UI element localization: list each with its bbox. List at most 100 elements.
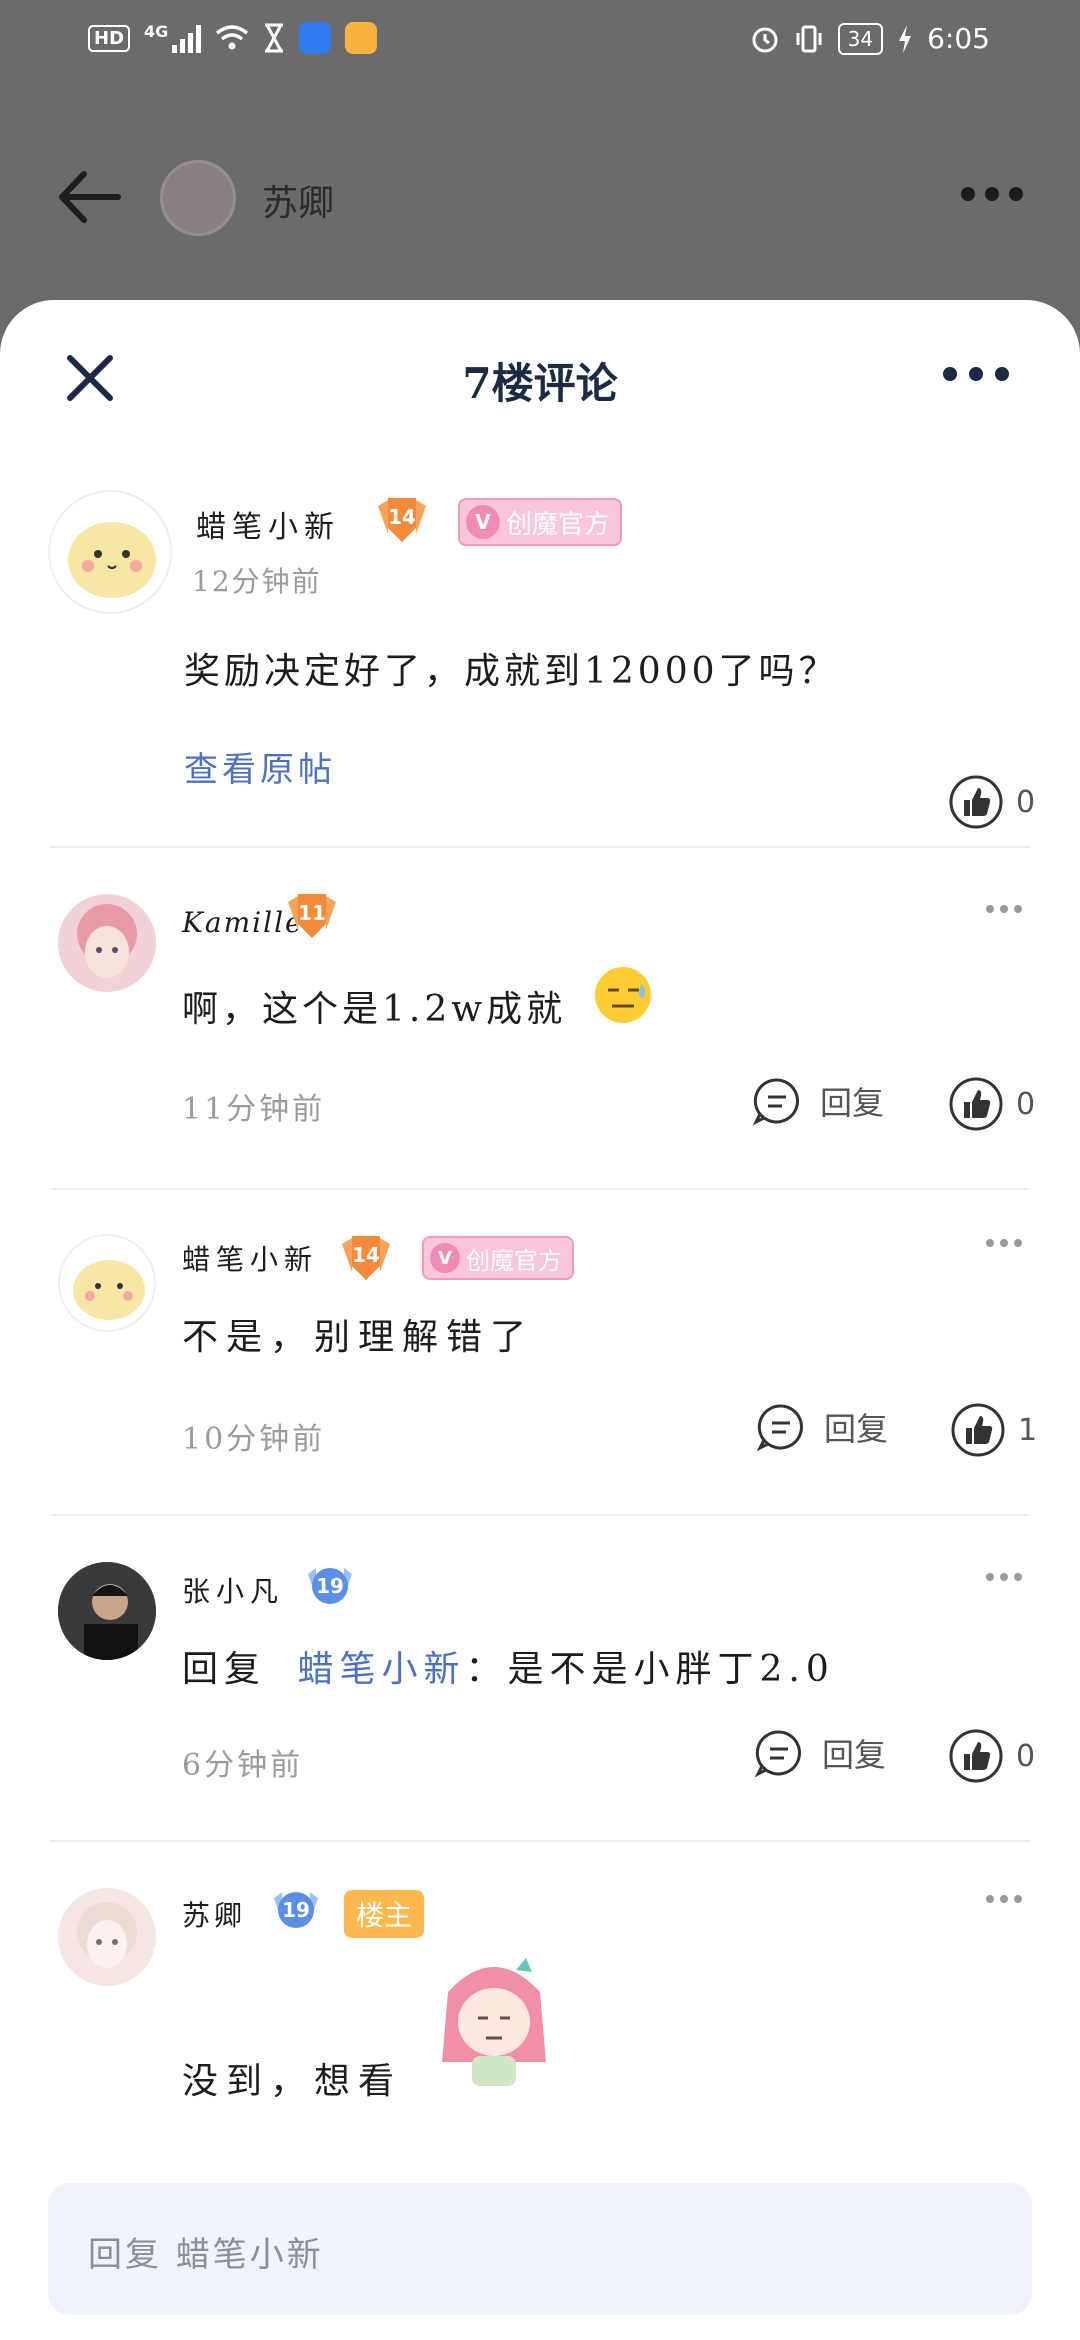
reply-input[interactable]: 回复 蜡笔小新 xyxy=(48,2183,1032,2315)
more-options-icon[interactable] xyxy=(984,1890,1024,1903)
more-icon[interactable] xyxy=(960,184,1024,204)
sheet-title: 7楼评论 xyxy=(462,359,618,408)
thumbs-up-icon xyxy=(951,1403,1005,1457)
hamster-avatar-icon xyxy=(68,522,156,598)
level-badge-icon: 11 xyxy=(288,894,336,938)
like-button[interactable]: 0 xyxy=(948,1076,1035,1132)
comment-time: 11分钟前 xyxy=(182,1092,326,1127)
network-type: 4G xyxy=(144,21,169,41)
official-badge: V 创魔官方 xyxy=(458,498,623,546)
user-name[interactable]: 苏卿 xyxy=(182,1894,246,1934)
wifi-icon xyxy=(216,25,249,50)
reply-item: 张小凡 19 回复 蜡笔小新：是不是小胖丁2.0 6分钟前 回复 0 xyxy=(0,1548,1080,1848)
comment-time: 12分钟前 xyxy=(192,565,322,598)
author-name: 苏卿 xyxy=(262,183,335,224)
author-avatar[interactable] xyxy=(160,160,236,236)
user-avatar[interactable] xyxy=(58,894,156,992)
thumbs-up-icon xyxy=(949,1729,1003,1783)
level-badge-icon: 14 xyxy=(378,498,426,542)
like-count: 1 xyxy=(1018,1412,1038,1448)
like-button[interactable]: 0 xyxy=(948,1728,1035,1784)
like-count: 0 xyxy=(1016,1086,1036,1122)
user-avatar[interactable] xyxy=(58,1234,156,1332)
comment-text: 啊，这个是1.2w成就 xyxy=(182,989,567,1030)
app-notification-icon xyxy=(345,22,378,54)
comment-bubble-icon xyxy=(754,1730,801,1778)
owner-badge-label: 楼主 xyxy=(356,1899,413,1932)
thumbs-up-icon xyxy=(949,1077,1003,1131)
more-options-icon[interactable] xyxy=(984,1234,1024,1247)
comment-bubble-icon xyxy=(752,1078,799,1126)
level-number: 14 xyxy=(388,505,416,529)
reply-button[interactable]: 回复 xyxy=(752,1076,884,1126)
level-badge-icon: 14 xyxy=(342,1236,390,1280)
mention-link[interactable]: 蜡笔小新 xyxy=(297,1649,465,1690)
comment-text: 奖励决定好了，成就到12000了吗？ xyxy=(184,651,839,692)
sheet-header: 7楼评论 xyxy=(0,300,1080,450)
user-name[interactable]: 张小凡 xyxy=(182,1570,284,1610)
reply-item: 蜡笔小新 14 V 创魔官方 不是，别理解错了 10分钟前 回复 1 xyxy=(0,1222,1080,1522)
verified-v-icon: V xyxy=(466,505,500,539)
like-count: 0 xyxy=(1016,1738,1036,1774)
level-number: 11 xyxy=(298,901,326,925)
user-name[interactable]: 蜡笔小新 xyxy=(182,1238,318,1278)
reply-label: 回复 xyxy=(824,1410,889,1448)
floor-post: 蜡笔小新 14 V 创魔官方 12分钟前 奖励决定好了，成就到12000了吗？ … xyxy=(0,490,1080,850)
level-badge-icon: 19 xyxy=(274,1892,318,1928)
verified-v-icon: V xyxy=(430,1243,460,1273)
like-count: 0 xyxy=(1016,784,1036,820)
back-arrow-icon[interactable] xyxy=(56,170,122,224)
thumbs-up-icon xyxy=(949,775,1003,829)
more-options-icon[interactable] xyxy=(984,1568,1024,1581)
vibrate-icon xyxy=(796,25,822,52)
official-badge-label: 创魔官方 xyxy=(506,509,611,540)
alarm-icon xyxy=(752,27,778,52)
user-avatar[interactable] xyxy=(58,1888,156,1986)
level-number: 19 xyxy=(316,1574,344,1598)
like-button[interactable]: 1 xyxy=(950,1402,1037,1458)
user-avatar[interactable] xyxy=(58,1562,156,1660)
level-number: 14 xyxy=(352,1243,380,1267)
comment-text: 回复 蜡笔小新：是不是小胖丁2.0 xyxy=(182,1640,835,1692)
divider xyxy=(50,846,1030,848)
sweat-emoji-icon xyxy=(595,967,651,1023)
status-bar: HD 4G 34 6:05 xyxy=(0,0,1080,84)
comment-time: 10分钟前 xyxy=(182,1422,326,1457)
level-number: 19 xyxy=(282,1898,310,1922)
level-badge-icon: 19 xyxy=(308,1568,352,1604)
hourglass-icon xyxy=(265,23,284,53)
comment-bubble-icon xyxy=(756,1404,803,1452)
anime-girl-avatar-icon xyxy=(77,904,137,978)
hd-indicator: HD xyxy=(88,24,131,52)
reply-text: ：是不是小胖丁2.0 xyxy=(465,1649,835,1690)
view-original-post-link[interactable]: 查看原帖 xyxy=(184,742,336,791)
user-avatar[interactable] xyxy=(48,490,172,614)
photo-avatar-icon xyxy=(58,1562,156,1660)
divider xyxy=(50,1514,1030,1516)
divider xyxy=(50,1188,1030,1190)
anime-girl-sticker-icon xyxy=(442,1958,546,2086)
charging-icon xyxy=(899,24,912,53)
comment-text: 没到，想看 xyxy=(182,2061,403,2102)
clock: 6:05 xyxy=(927,22,990,55)
post-header: 苏卿 xyxy=(0,140,1080,250)
reply-prefix: 回复 xyxy=(182,1649,267,1690)
official-badge: V 创魔官方 xyxy=(422,1236,574,1280)
reply-label: 回复 xyxy=(820,1084,885,1122)
like-button[interactable]: 0 xyxy=(948,774,1035,830)
reply-button[interactable]: 回复 xyxy=(756,1402,888,1452)
official-badge-label: 创魔官方 xyxy=(466,1246,562,1275)
reply-item: Kamille 11 啊，这个是1.2w成就 11分钟前 回复 0 xyxy=(0,880,1080,1180)
user-name[interactable]: 蜡笔小新 xyxy=(196,502,340,546)
anime-boy-avatar-icon xyxy=(77,1902,137,1968)
owner-badge: 楼主 xyxy=(344,1890,425,1938)
shield-app-icon xyxy=(299,22,332,54)
reply-item: 苏卿 19 楼主 没到，想看 xyxy=(0,1876,1080,2166)
reply-label: 回复 xyxy=(822,1736,887,1774)
sheet-more-icon[interactable] xyxy=(942,364,1010,384)
comment-text: 不是，别理解错了 xyxy=(182,1317,535,1358)
hamster-avatar-icon xyxy=(73,1260,145,1320)
reply-button[interactable]: 回复 xyxy=(754,1728,886,1778)
divider xyxy=(50,1840,1030,1842)
more-options-icon[interactable] xyxy=(984,900,1024,913)
